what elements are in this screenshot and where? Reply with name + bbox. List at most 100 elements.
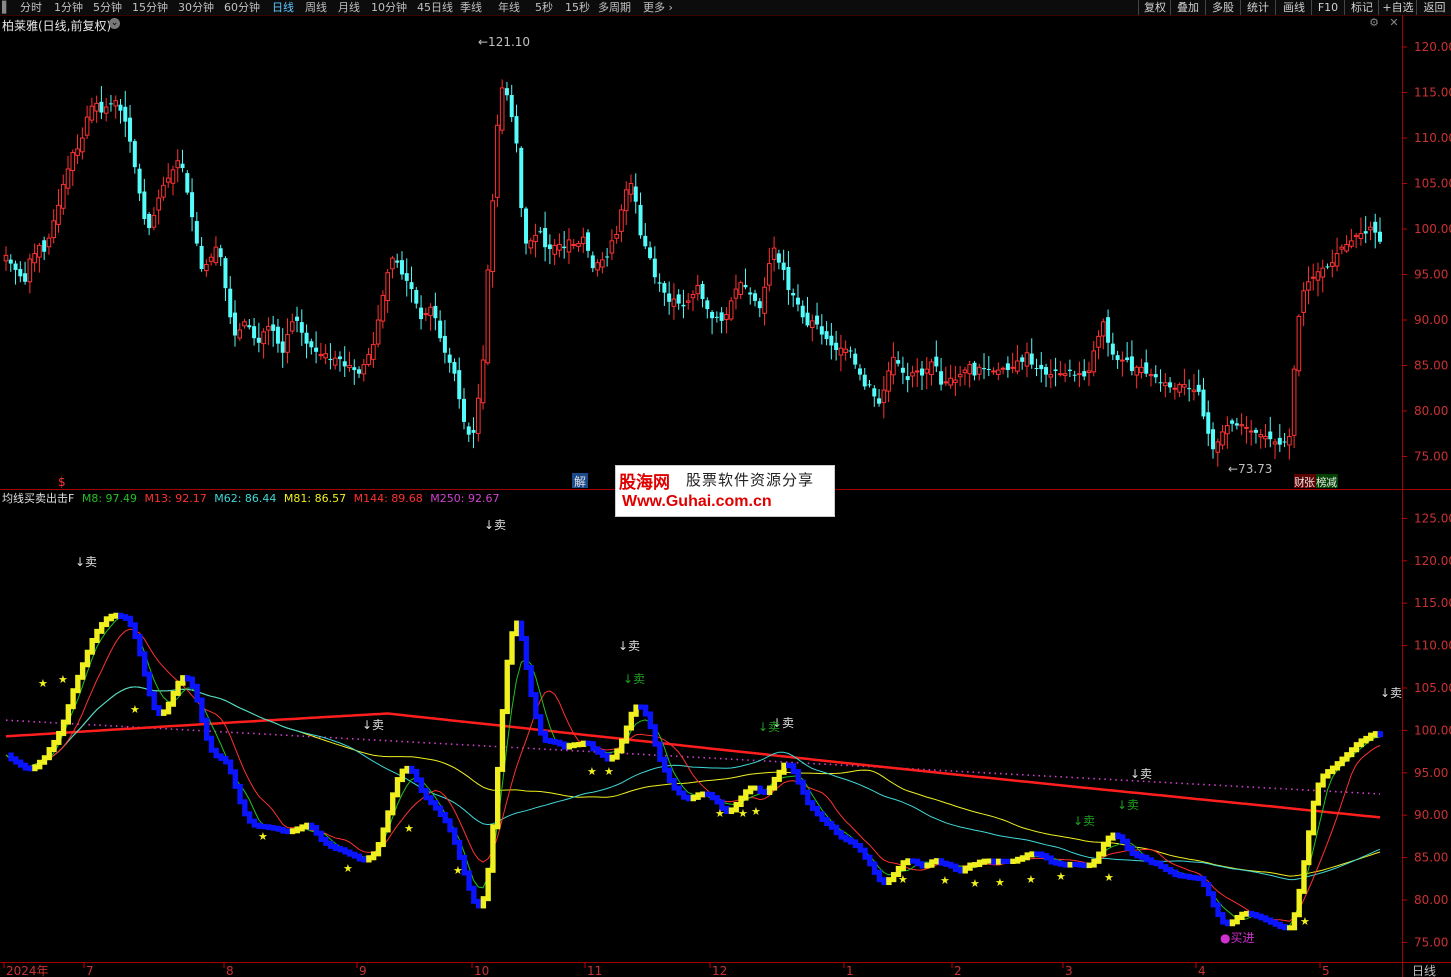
candle-up	[695, 284, 701, 295]
candle-down	[256, 337, 261, 343]
candle-up	[318, 354, 324, 357]
signal-step	[1272, 919, 1279, 927]
candle-down	[352, 367, 357, 371]
sell-signal: ↓卖	[1380, 686, 1402, 700]
signal-step	[261, 823, 267, 830]
signal-step	[418, 777, 425, 793]
signal-step	[1010, 858, 1016, 865]
star-signal: ★	[738, 807, 748, 820]
y-tick-label: 115.00	[1414, 86, 1451, 100]
signal-step	[1134, 851, 1140, 859]
candle-up	[1163, 382, 1168, 387]
signal-step	[1286, 925, 1293, 931]
candle-down	[233, 312, 237, 336]
signal-step	[542, 730, 549, 743]
candle-up	[957, 374, 963, 378]
signal-step	[995, 858, 1002, 865]
candle-up	[1120, 359, 1125, 362]
candle-down	[419, 307, 424, 320]
ma13-line	[5, 628, 1381, 922]
signal-step	[37, 759, 43, 770]
y-tick-label: 110.00	[1414, 639, 1451, 653]
star-signal: ★	[1104, 871, 1114, 884]
signal-step	[623, 725, 630, 744]
signal-step	[552, 738, 558, 745]
signal-step	[1158, 861, 1164, 870]
candle-up	[1263, 435, 1268, 440]
signal-step	[118, 612, 124, 620]
signal-step	[790, 763, 797, 775]
signal-step	[175, 680, 181, 696]
candle-down	[504, 88, 509, 96]
signal-step	[557, 739, 563, 747]
candle-down	[271, 324, 276, 331]
candle-up	[1015, 360, 1020, 372]
candle-down	[800, 305, 805, 318]
star-signal: ★	[1300, 915, 1310, 928]
sell-signal: ↓卖	[1130, 767, 1152, 781]
candle-down	[748, 292, 753, 295]
signal-step	[609, 754, 615, 762]
signal-step	[1358, 738, 1364, 748]
candle-up	[1172, 387, 1178, 390]
signal-step	[576, 741, 582, 748]
signal-step	[475, 898, 482, 909]
signal-step	[375, 842, 382, 857]
y-tick-label: 80.00	[1414, 893, 1448, 907]
signal-step	[1267, 917, 1274, 925]
signal-step	[203, 717, 210, 741]
signal-step	[490, 824, 496, 873]
signal-step	[413, 768, 420, 783]
candle-up	[476, 397, 481, 434]
signal-step	[914, 858, 921, 867]
y-tick-label: 100.00	[1414, 723, 1451, 737]
candle-up	[881, 389, 887, 404]
signal-step	[933, 858, 940, 865]
star-signal: ★	[453, 864, 463, 877]
candle-down	[719, 312, 724, 321]
candle-up	[3, 254, 9, 262]
signal-step	[1372, 731, 1379, 738]
candle-down	[1206, 412, 1211, 434]
star-signal: ★	[404, 822, 414, 835]
candle-down	[42, 240, 47, 252]
signal-step	[46, 747, 52, 761]
candle-down	[562, 246, 567, 249]
signal-step	[8, 752, 14, 762]
signal-step	[695, 792, 701, 800]
candle-down	[123, 106, 128, 122]
signal-step	[456, 839, 463, 860]
signal-step	[561, 741, 568, 750]
signal-step	[1172, 869, 1178, 878]
candle-down	[538, 231, 543, 233]
candle-down	[920, 368, 924, 376]
star-signal: ★	[130, 703, 140, 716]
candle-down	[791, 292, 796, 296]
candle-down	[142, 191, 147, 219]
signal-step	[1091, 858, 1097, 868]
signal-step	[347, 849, 353, 857]
signal-step	[638, 704, 644, 710]
candle-down	[714, 316, 719, 318]
ma8-line	[5, 616, 1381, 927]
candle-down	[743, 284, 748, 288]
signal-step	[1096, 851, 1102, 864]
signal-step	[237, 783, 243, 805]
candle-up	[375, 319, 381, 345]
signal-step	[1029, 851, 1035, 858]
signal-step	[1277, 921, 1283, 929]
candle-down	[1268, 431, 1273, 440]
signal-step	[1310, 800, 1317, 836]
candle-down	[815, 315, 820, 325]
candle-up	[1344, 243, 1349, 252]
star-signal: ★	[258, 830, 268, 843]
signal-step	[604, 752, 611, 762]
y-tick-label: 105.00	[1414, 681, 1451, 695]
signal-step	[786, 762, 792, 769]
signal-step	[1210, 891, 1217, 908]
signal-step	[752, 785, 759, 791]
signal-step	[1368, 732, 1374, 741]
x-tick-label: 10	[474, 964, 489, 977]
signal-step	[661, 756, 668, 773]
candle-down	[295, 316, 300, 321]
